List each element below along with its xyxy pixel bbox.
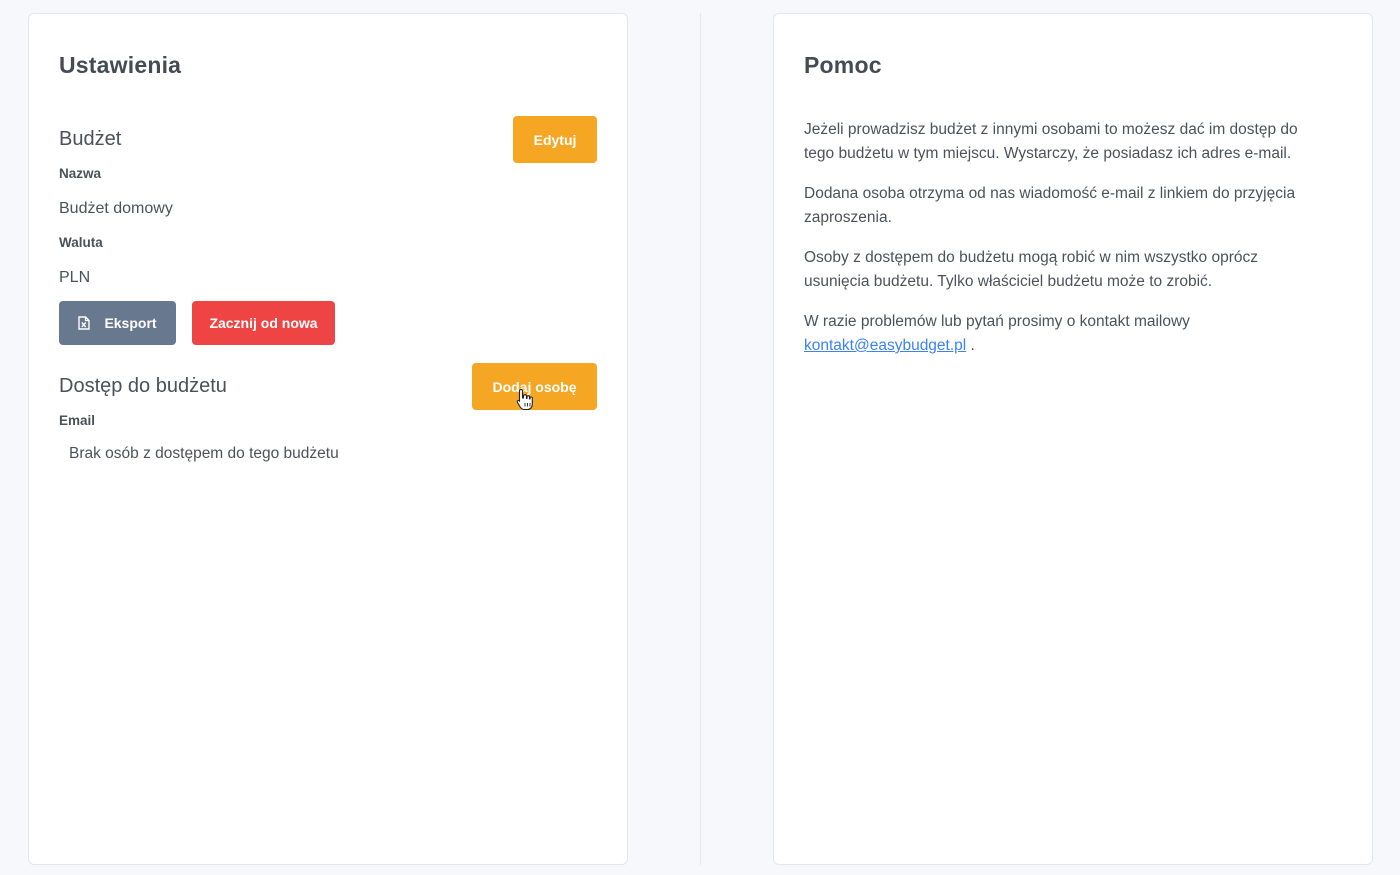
currency-value: PLN <box>59 269 91 286</box>
help-paragraph: Jeżeli prowadzisz budżet z innymi osobam… <box>804 121 1298 162</box>
contact-email-link[interactable]: kontakt@easybudget.pl <box>804 337 966 354</box>
settings-card: Ustawienia Budżet Edytuj Nazwa Budżet do… <box>28 13 628 865</box>
email-column-label: Email <box>59 413 96 428</box>
help-contact-paragraph: W razie problemów lub pytań prosimy o ko… <box>804 310 1324 358</box>
excel-file-icon <box>78 316 91 330</box>
add-person-button[interactable]: Dodaj osobę <box>472 363 597 410</box>
export-button-label: Eksport <box>104 315 157 331</box>
currency-label: Waluta <box>59 235 103 250</box>
budget-name-value: Budżet domowy <box>59 200 173 217</box>
access-section-title: Dostęp do budżetu <box>59 375 227 397</box>
edit-budget-button[interactable]: Edytuj <box>513 116 597 163</box>
reset-budget-button[interactable]: Zacznij od nowa <box>192 301 335 345</box>
settings-title: Ustawienia <box>59 52 182 78</box>
column-divider <box>700 13 701 865</box>
help-title: Pomoc <box>804 52 882 78</box>
help-contact-suffix: . <box>970 337 975 354</box>
help-contact-text: W razie problemów lub pytań prosimy o ko… <box>804 313 1190 330</box>
no-access-message: Brak osób z dostępem do tego budżetu <box>69 445 339 462</box>
help-paragraph: Dodana osoba otrzyma od nas wiadomość e-… <box>804 185 1296 226</box>
help-paragraph: Osoby z dostępem do budżetu mogą robić w… <box>804 249 1259 290</box>
budget-section-title: Budżet <box>59 128 122 150</box>
help-card: Pomoc Jeżeli prowadzisz budżet z innymi … <box>773 13 1373 865</box>
export-button[interactable]: Eksport <box>59 301 176 345</box>
budget-name-label: Nazwa <box>59 166 102 181</box>
